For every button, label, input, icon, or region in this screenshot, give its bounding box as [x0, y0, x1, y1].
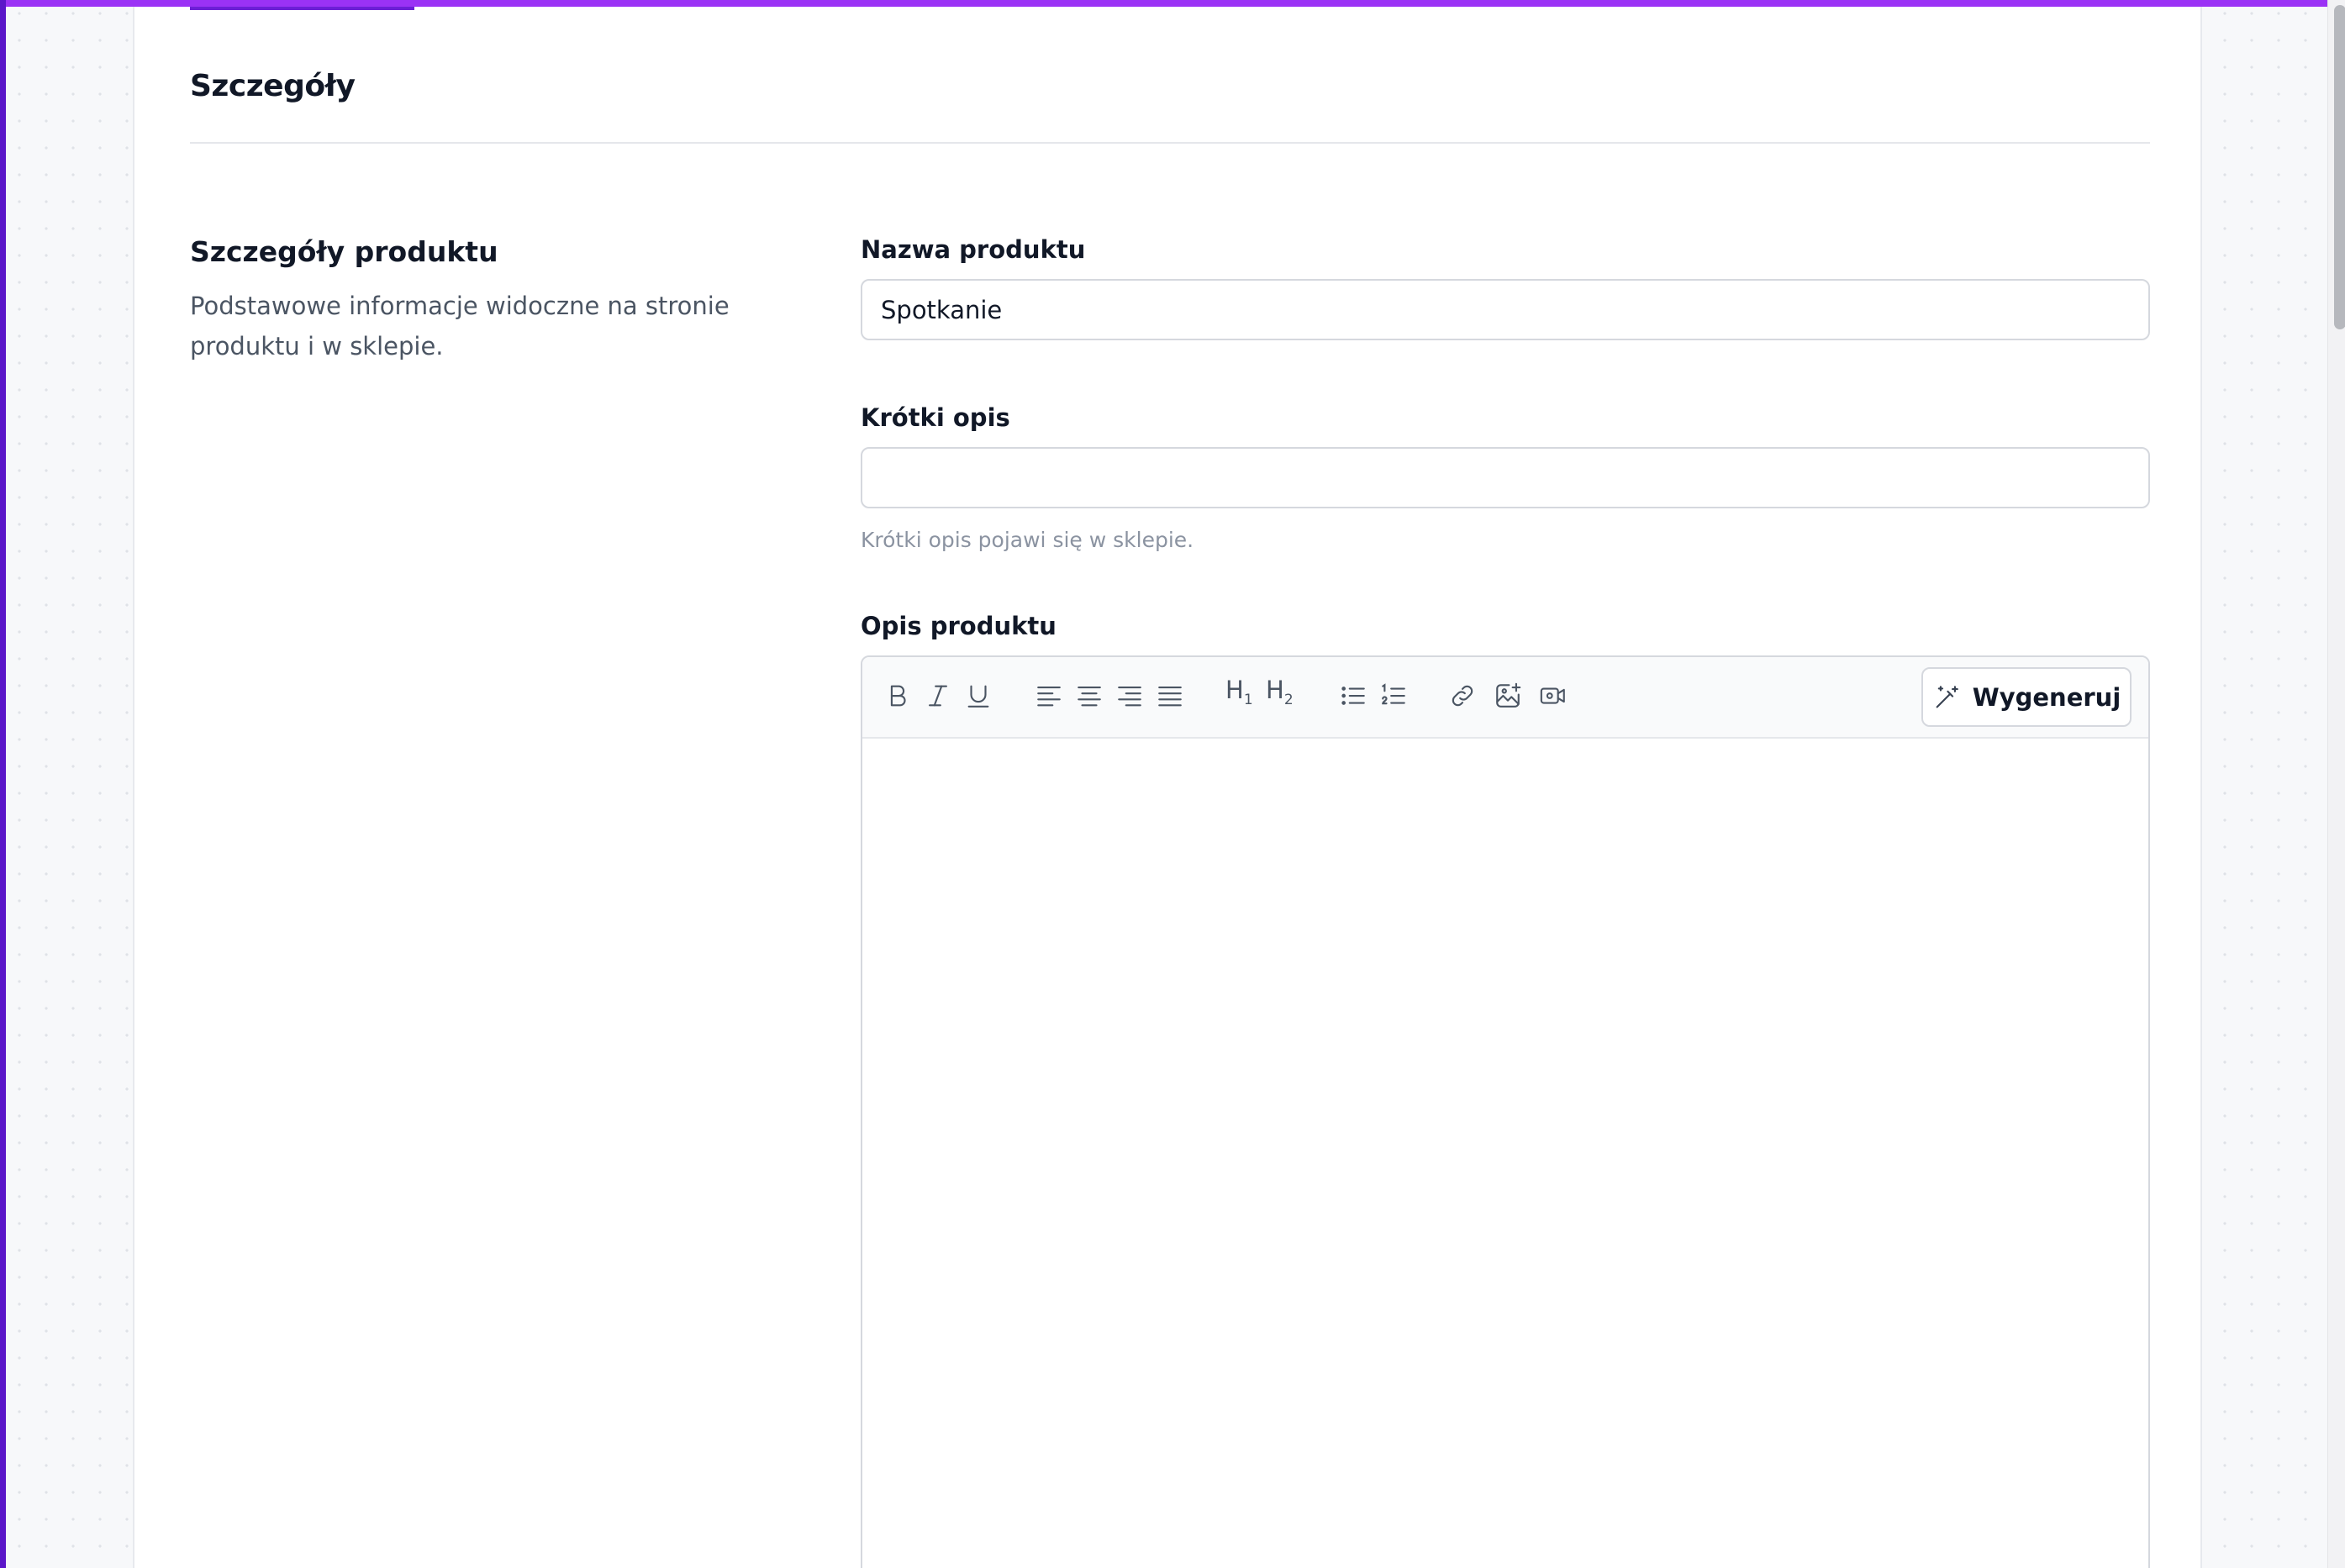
short-description-hint: Krótki opis pojawi się w sklepie.: [861, 528, 1194, 552]
bold-icon: [890, 685, 906, 707]
heading-1-subscript: 1: [1243, 691, 1253, 708]
description-editor-area[interactable]: [862, 740, 2148, 1568]
heading-2-icon: H: [1266, 676, 1284, 704]
product-name-label: Nazwa produktu: [861, 235, 1086, 264]
product-description-label: Opis produktu: [861, 612, 1057, 640]
rich-text-editor: H1 H2 Wygeneruj: [861, 655, 2150, 1568]
active-tab-indicator: [190, 7, 414, 10]
generate-button-label: Wygeneruj: [1972, 682, 2121, 712]
underline-icon: [967, 685, 989, 708]
heading-1-button[interactable]: H1: [1225, 676, 1253, 708]
app-window: Szczegóły Szczegóły produktu Podstawowe …: [0, 0, 2345, 1568]
align-left-button[interactable]: [1030, 677, 1067, 714]
heading-1-icon: H: [1225, 676, 1244, 704]
editor-toolbar: H1 H2 Wygeneruj: [862, 657, 2148, 739]
italic-icon: [929, 685, 947, 707]
details-card: Szczegóły Szczegóły produktu Podstawowe …: [133, 7, 2202, 1568]
align-justify-icon: [1158, 687, 1182, 707]
align-center-icon: [1078, 687, 1101, 707]
magic-wand-icon: [1936, 685, 1958, 708]
video-button[interactable]: [1535, 677, 1572, 714]
scrollbar-thumb[interactable]: [2334, 5, 2345, 329]
italic-button[interactable]: [920, 677, 956, 714]
top-accent-bar: [6, 0, 2345, 7]
title-divider: [190, 142, 2150, 144]
link-button[interactable]: [1444, 677, 1481, 714]
align-center-button[interactable]: [1071, 677, 1108, 714]
section-description: Podstawowe informacje widoczne na stroni…: [190, 292, 730, 360]
align-right-button[interactable]: [1111, 677, 1148, 714]
link-icon: [1452, 685, 1473, 707]
short-description-label: Krótki opis: [861, 403, 1010, 432]
align-right-icon: [1118, 687, 1141, 707]
align-left-icon: [1037, 687, 1061, 707]
page-scrollbar[interactable]: [2327, 0, 2345, 1568]
bullet-list-icon: [1341, 687, 1365, 705]
underline-button[interactable]: [960, 677, 997, 714]
numbered-list-button[interactable]: [1375, 677, 1412, 714]
heading-2-subscript: 2: [1283, 691, 1294, 708]
generate-button[interactable]: Wygeneruj: [1921, 667, 2132, 727]
product-name-input[interactable]: [861, 279, 2150, 340]
heading-2-button[interactable]: H2: [1266, 676, 1294, 708]
bullet-list-button[interactable]: [1335, 677, 1372, 714]
video-icon: [1540, 687, 1565, 704]
align-justify-button[interactable]: [1151, 677, 1188, 714]
short-description-input[interactable]: [861, 447, 2150, 508]
numbered-list-icon: [1382, 683, 1405, 705]
image-button[interactable]: [1489, 677, 1526, 714]
bold-button[interactable]: [879, 677, 916, 714]
page-title: Szczegóły: [190, 69, 356, 103]
section-title: Szczegóły produktu: [190, 235, 498, 268]
image-icon: [1496, 682, 1521, 708]
